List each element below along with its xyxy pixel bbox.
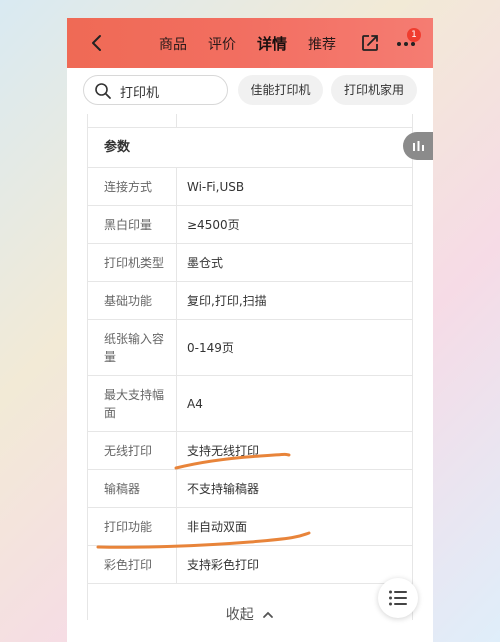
spec-value: 非自动双面 — [187, 520, 248, 534]
table-row-partial — [87, 114, 413, 128]
spec-key: 打印功能 — [87, 508, 177, 545]
spec-table: 参数 连接方式 Wi-Fi,USB 黑白印量 ≥4500页 打印机类型 墨仓式 … — [87, 114, 413, 620]
spec-value: 复印,打印,扫描 — [187, 294, 267, 308]
spec-value: Wi-Fi,USB — [187, 179, 245, 194]
search-input[interactable] — [118, 80, 222, 102]
bar-chart-icon — [413, 141, 424, 151]
table-row: 纸张输入容量 0-149页 — [87, 320, 413, 376]
table-row: 基础功能 复印,打印,扫描 — [87, 282, 413, 320]
table-row: 打印机类型 墨仓式 — [87, 244, 413, 282]
table-row: 彩色打印 支持彩色打印 — [87, 546, 413, 584]
spec-key: 连接方式 — [87, 168, 177, 205]
spec-value: 0-149页 — [187, 341, 234, 355]
spec-value: A4 — [187, 396, 203, 411]
tab-recommend[interactable]: 推荐 — [308, 34, 336, 54]
spec-key: 无线打印 — [87, 432, 177, 469]
table-row: 连接方式 Wi-Fi,USB — [87, 168, 413, 206]
spec-key: 打印机类型 — [87, 244, 177, 281]
search-icon — [95, 83, 111, 99]
table-row: 黑白印量 ≥4500页 — [87, 206, 413, 244]
spec-value: ≥4500页 — [187, 218, 240, 232]
tab-details[interactable]: 详情 — [257, 33, 287, 54]
spec-key: 纸张输入容量 — [87, 320, 177, 375]
table-row: 输稿器 不支持输稿器 — [87, 470, 413, 508]
section-title: 参数 — [87, 128, 413, 168]
spec-key: 最大支持幅面 — [87, 376, 177, 431]
collapse-button[interactable]: 收起 — [67, 604, 433, 628]
spec-key: 彩色打印 — [87, 546, 177, 583]
spec-key: 输稿器 — [87, 470, 177, 507]
spec-key: 基础功能 — [87, 282, 177, 319]
table-row: 最大支持幅面 A4 — [87, 376, 413, 432]
spec-value: 支持无线打印 — [187, 444, 260, 458]
table-row: 打印功能 非自动双面 — [87, 508, 413, 546]
chevron-up-icon — [263, 611, 274, 618]
spec-key: 黑白印量 — [87, 206, 177, 243]
phone-screen: 商品 评价 详情 推荐 1 佳能打印机 打印机家用 — [67, 18, 433, 642]
chart-side-button[interactable] — [403, 132, 433, 160]
tab-products[interactable]: 商品 — [159, 34, 187, 54]
suggestion-chip-home[interactable]: 打印机家用 — [331, 75, 417, 105]
details-content: 参数 连接方式 Wi-Fi,USB 黑白印量 ≥4500页 打印机类型 墨仓式 … — [67, 114, 433, 642]
spec-value: 不支持输稿器 — [187, 482, 260, 496]
tab-reviews[interactable]: 评价 — [208, 34, 236, 54]
share-icon[interactable] — [360, 33, 380, 53]
top-nav-bar: 商品 评价 详情 推荐 1 — [67, 18, 433, 68]
spec-value: 墨仓式 — [187, 256, 224, 270]
suggestion-chip-canon[interactable]: 佳能打印机 — [238, 75, 323, 105]
back-arrow-icon[interactable] — [87, 33, 107, 53]
notification-badge: 1 — [407, 28, 421, 42]
search-row: 佳能打印机 打印机家用 — [67, 68, 433, 114]
spec-value: 支持彩色打印 — [187, 558, 260, 572]
table-row: 无线打印 支持无线打印 — [87, 432, 413, 470]
search-box[interactable] — [83, 75, 228, 105]
collapse-label: 收起 — [225, 607, 254, 623]
